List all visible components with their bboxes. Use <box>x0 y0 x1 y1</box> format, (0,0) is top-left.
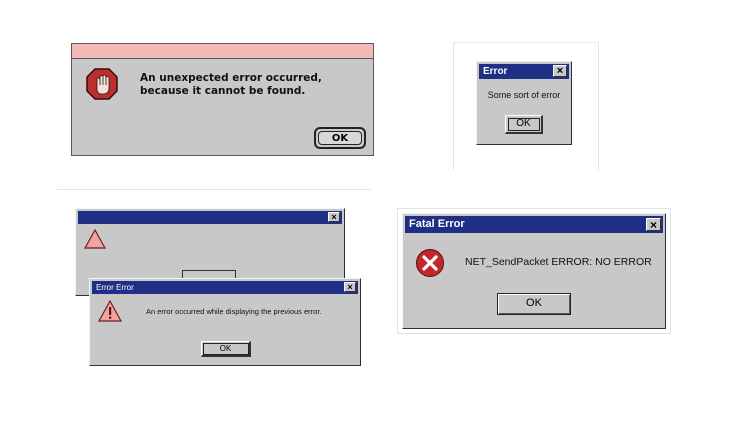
stop-hand-icon <box>86 68 118 100</box>
close-icon[interactable]: × <box>553 65 567 77</box>
fatal-dialog-message: NET_SendPacket ERROR: NO ERROR <box>465 256 652 268</box>
frame-line-top <box>453 42 599 43</box>
error-error-dialog: Error Error × An error occurred while di… <box>89 278 361 366</box>
frame-line-right <box>598 42 599 170</box>
error-error-title: Error Error <box>96 283 134 292</box>
ok-button[interactable]: OK <box>497 293 571 315</box>
ok-button[interactable]: OK <box>201 341 251 357</box>
fatal-dialog-title: Fatal Error <box>409 218 465 230</box>
close-icon[interactable]: × <box>344 282 356 292</box>
fatal-error-dialog: Fatal Error × NET_SendPacket ERROR: NO E… <box>402 213 666 329</box>
close-icon[interactable]: × <box>646 218 661 231</box>
ok-button[interactable]: OK <box>505 115 543 134</box>
fatal-dialog-title-bar: Fatal Error × <box>405 216 663 233</box>
ok-button-label: OK <box>331 133 349 144</box>
frame-line-left <box>453 42 454 170</box>
close-icon[interactable]: × <box>328 212 340 222</box>
error-error-title-bar: Error Error × <box>92 281 358 294</box>
ok-button[interactable]: OK <box>318 131 362 145</box>
divider <box>57 189 371 190</box>
ok-button-outline[interactable]: OK <box>314 127 366 149</box>
small-dialog-title-bar: Error × <box>479 64 569 79</box>
small-error-dialog: Error × Some sort of error OK <box>476 61 572 145</box>
warning-icon <box>97 299 123 322</box>
small-dialog-message: Some sort of error <box>487 90 561 100</box>
mac-dialog-title-stripe <box>72 44 373 59</box>
error-x-icon <box>415 248 445 278</box>
mac-error-dialog: An unexpected error occurred, because it… <box>71 43 374 156</box>
ok-button-label: OK <box>526 297 542 309</box>
previous-dialog-title-bar: × <box>78 211 342 224</box>
small-dialog-title: Error <box>483 66 508 77</box>
error-error-message: An error occurred while displaying the p… <box>146 307 322 316</box>
mac-dialog-message: An unexpected error occurred, because it… <box>140 72 322 97</box>
ok-button-label: OK <box>516 118 531 129</box>
ok-button-label: OK <box>219 344 232 353</box>
warning-icon <box>83 228 107 249</box>
